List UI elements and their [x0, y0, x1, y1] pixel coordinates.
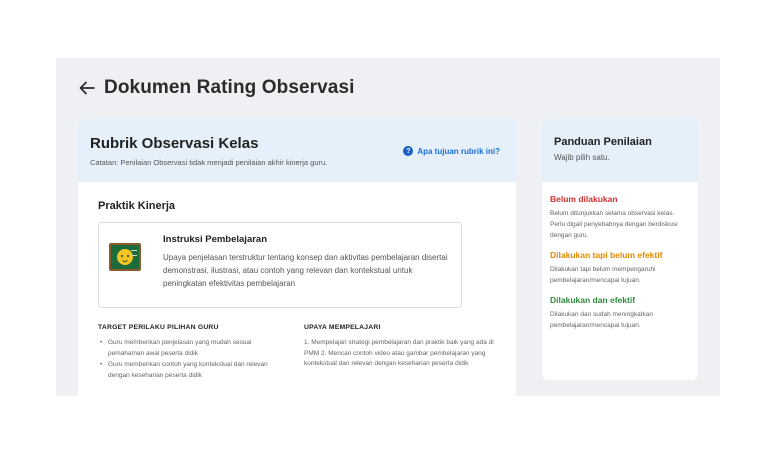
- page-title: Dokumen Rating Observasi: [104, 77, 355, 98]
- section-label: Praktik Kinerja: [98, 200, 176, 212]
- guide-title: Panduan Penilaian: [554, 136, 652, 148]
- rubric-help-link[interactable]: ? Apa tujuan rubrik ini?: [403, 146, 500, 156]
- rating-level-desc: Dilakukan dan sudah meningkatkan pembela…: [550, 311, 653, 329]
- learn-text: 1. Mempelajari strategi pembelajaran dan…: [304, 339, 494, 367]
- arrow-left-icon[interactable]: [78, 79, 96, 97]
- rating-level-effective: Dilakukan dan efektif Dilakukan dan suda…: [550, 295, 690, 331]
- list-item: Guru memberikan contoh yang kontekstual …: [98, 360, 288, 381]
- teacher-board-icon: [109, 243, 141, 271]
- rubric-note: Catatan: Penilaian Observasi tidak menja…: [90, 158, 328, 167]
- rating-level-title: Dilakukan tapi belum efektif: [550, 250, 663, 260]
- rating-level-title: Dilakukan dan efektif: [550, 295, 636, 305]
- rating-level-not-effective: Dilakukan tapi belum efektif Dilakukan t…: [550, 250, 690, 286]
- target-behavior-section: TARGET PERILAKU PILIHAN GURU Guru member…: [98, 324, 288, 382]
- learning-effort-section: UPAYA MEMPELAJARI 1. Mempelajari strateg…: [304, 324, 504, 370]
- rating-level-title: Belum dilakukan: [550, 194, 618, 204]
- rating-guide-header: Panduan Penilaian Wajib pilih satu.: [542, 118, 698, 182]
- target-heading: TARGET PERILAKU PILIHAN GURU: [98, 324, 219, 331]
- practice-title: Instruksi Pembelajaran: [163, 234, 268, 245]
- rubric-help-label: Apa tujuan rubrik ini?: [417, 146, 500, 156]
- learn-heading: UPAYA MEMPELAJARI: [304, 324, 381, 331]
- rating-level-desc: Belum ditunjukkan selama observasi kelas…: [550, 210, 678, 239]
- practice-card: Instruksi Pembelajaran Upaya penjelasan …: [98, 222, 462, 308]
- page-header: Dokumen Rating Observasi: [78, 76, 355, 100]
- guide-subtitle: Wajib pilih satu.: [554, 153, 610, 162]
- list-item: Guru memberikan penjelasan yang mudah se…: [98, 338, 288, 359]
- app-window: Dokumen Rating Observasi Rubrik Observas…: [56, 58, 720, 396]
- rubric-card-header: Rubrik Observasi Kelas Catatan: Penilaia…: [78, 118, 516, 182]
- rating-guide-card: Panduan Penilaian Wajib pilih satu. Belu…: [542, 118, 698, 380]
- rating-level-not-done: Belum dilakukan Belum ditunjukkan selama…: [550, 194, 690, 241]
- rating-level-desc: Dilakukan tapi belum mempengaruhi pembel…: [550, 266, 656, 284]
- practice-description: Upaya penjelasan terstruktur tentang kon…: [163, 253, 448, 288]
- help-icon: ?: [403, 146, 414, 156]
- rubric-card: Rubrik Observasi Kelas Catatan: Penilaia…: [78, 118, 516, 396]
